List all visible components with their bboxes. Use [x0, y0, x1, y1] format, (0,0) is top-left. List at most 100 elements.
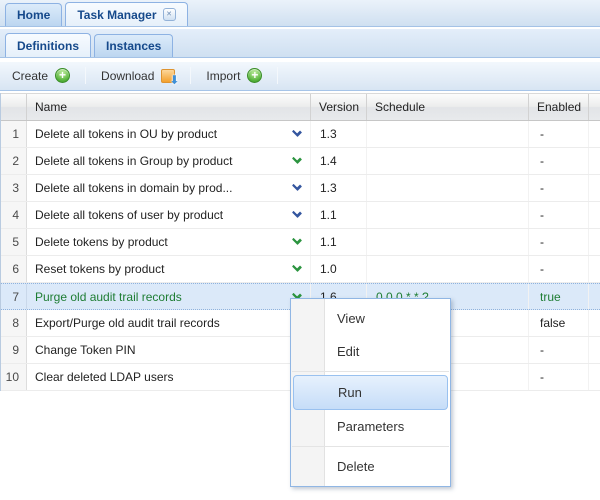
tab-task-manager-label: Task Manager	[77, 8, 156, 22]
table-row[interactable]: 2 Delete all tokens in Group by product …	[1, 148, 600, 175]
tab-definitions[interactable]: Definitions	[5, 33, 91, 57]
row-number: 10	[1, 364, 27, 390]
row-number: 9	[1, 337, 27, 363]
task-manager-window: Home Task Manager Definitions Instances …	[0, 0, 600, 500]
column-header-name[interactable]: Name	[27, 94, 311, 120]
grid-header: Name Version Schedule Enabled	[1, 93, 600, 121]
menu-separator	[292, 371, 449, 372]
version-cell: 1.1	[311, 202, 367, 228]
schedule-cell	[367, 229, 529, 255]
chevron-down-icon	[291, 154, 301, 164]
menu-separator	[292, 446, 449, 447]
import-button[interactable]: Import	[198, 65, 270, 86]
version-cell: 1.0	[311, 256, 367, 282]
row-number: 1	[1, 121, 27, 147]
row-actions-dropdown[interactable]	[283, 256, 311, 282]
toolbar-separator	[190, 67, 191, 84]
tab-definitions-label: Definitions	[17, 39, 79, 53]
column-header-enabled[interactable]: Enabled	[529, 94, 589, 120]
tab-home-label: Home	[17, 8, 50, 22]
task-name: Delete all tokens in OU by product	[27, 121, 283, 147]
row-actions-dropdown[interactable]	[283, 175, 311, 201]
enabled-cell: -	[529, 202, 589, 228]
menu-item-delete[interactable]: Delete	[291, 450, 450, 483]
toolbar-separator	[85, 67, 86, 84]
task-name: Export/Purge old audit trail records	[27, 310, 283, 336]
main-tabbar: Home Task Manager	[0, 0, 600, 27]
table-row[interactable]: 4 Delete all tokens of user by product 1…	[1, 202, 600, 229]
enabled-cell: -	[529, 337, 589, 363]
version-cell: 1.3	[311, 121, 367, 147]
row-actions-dropdown[interactable]	[283, 121, 311, 147]
filler-cell	[589, 284, 600, 309]
column-header-rownumber	[1, 94, 27, 120]
enabled-cell: -	[529, 175, 589, 201]
download-button[interactable]: Download	[93, 66, 183, 86]
task-name: Change Token PIN	[27, 337, 283, 363]
download-icon	[161, 69, 175, 83]
table-row[interactable]: 3 Delete all tokens in domain by prod...…	[1, 175, 600, 202]
close-icon[interactable]	[163, 8, 176, 21]
menu-item-view[interactable]: View	[291, 302, 450, 335]
enabled-cell: -	[529, 229, 589, 255]
menu-item-run[interactable]: Run	[293, 375, 448, 410]
sub-tabbar: Definitions Instances	[0, 27, 600, 58]
enabled-cell: -	[529, 148, 589, 174]
row-actions-dropdown[interactable]	[283, 202, 311, 228]
filler-cell	[589, 202, 600, 228]
task-name: Delete all tokens of user by product	[27, 202, 283, 228]
plus-icon	[247, 68, 262, 83]
task-name: Reset tokens by product	[27, 256, 283, 282]
tab-home[interactable]: Home	[5, 3, 62, 26]
column-header-version[interactable]: Version	[311, 94, 367, 120]
schedule-cell	[367, 148, 529, 174]
row-number: 3	[1, 175, 27, 201]
create-button-label: Create	[12, 69, 48, 83]
menu-item-edit[interactable]: Edit	[291, 335, 450, 368]
table-row[interactable]: 6 Reset tokens by product 1.0 -	[1, 256, 600, 283]
enabled-cell: -	[529, 121, 589, 147]
column-header-schedule[interactable]: Schedule	[367, 94, 529, 120]
task-name: Delete all tokens in domain by prod...	[27, 175, 283, 201]
menu-item-parameters[interactable]: Parameters	[291, 410, 450, 443]
chevron-down-icon	[291, 262, 301, 272]
row-number: 7	[1, 284, 27, 309]
row-number: 2	[1, 148, 27, 174]
schedule-cell	[367, 175, 529, 201]
filler-cell	[589, 148, 600, 174]
filler-cell	[589, 229, 600, 255]
import-button-label: Import	[206, 69, 240, 83]
create-button[interactable]: Create	[4, 65, 78, 86]
chevron-down-icon	[291, 208, 301, 218]
enabled-cell: -	[529, 364, 589, 390]
tab-task-manager[interactable]: Task Manager	[65, 2, 187, 26]
chevron-down-icon	[291, 181, 301, 191]
enabled-cell: -	[529, 256, 589, 282]
schedule-cell	[367, 202, 529, 228]
filler-cell	[589, 175, 600, 201]
filler-cell	[589, 310, 600, 336]
row-number: 4	[1, 202, 27, 228]
version-cell: 1.4	[311, 148, 367, 174]
filler-cell	[589, 337, 600, 363]
task-name: Clear deleted LDAP users	[27, 364, 283, 390]
row-actions-dropdown[interactable]	[283, 229, 311, 255]
chevron-down-icon	[291, 127, 301, 137]
toolbar-separator	[277, 67, 278, 84]
task-name: Delete tokens by product	[27, 229, 283, 255]
download-button-label: Download	[101, 69, 154, 83]
task-name: Purge old audit trail records	[27, 284, 283, 309]
row-number: 5	[1, 229, 27, 255]
version-cell: 1.3	[311, 175, 367, 201]
row-actions-dropdown[interactable]	[283, 148, 311, 174]
column-header-filler	[589, 94, 600, 120]
chevron-down-icon	[291, 235, 301, 245]
schedule-cell	[367, 121, 529, 147]
enabled-cell: false	[529, 310, 589, 336]
row-number: 6	[1, 256, 27, 282]
table-row[interactable]: 5 Delete tokens by product 1.1 -	[1, 229, 600, 256]
filler-cell	[589, 364, 600, 390]
plus-icon	[55, 68, 70, 83]
table-row[interactable]: 1 Delete all tokens in OU by product 1.3…	[1, 121, 600, 148]
tab-instances[interactable]: Instances	[94, 34, 173, 57]
